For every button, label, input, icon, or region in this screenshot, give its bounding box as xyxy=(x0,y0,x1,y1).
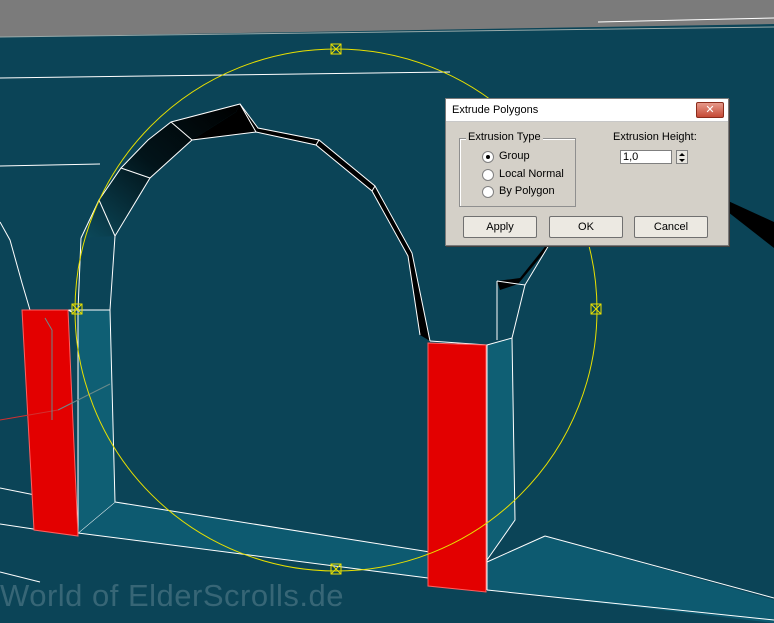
left-pillar-face xyxy=(78,310,115,533)
background-gray-strip xyxy=(0,0,774,37)
radio-group-button[interactable] xyxy=(482,151,494,163)
extrusion-height-label: Extrusion Height: xyxy=(613,131,697,143)
ok-button[interactable]: OK xyxy=(549,216,623,238)
dialog-title: Extrude Polygons xyxy=(452,104,539,116)
cancel-button[interactable]: Cancel xyxy=(634,216,708,238)
arch-extruded-left xyxy=(81,104,240,238)
spinner-up-icon[interactable] xyxy=(679,153,685,156)
close-icon: ✕ xyxy=(705,103,715,116)
extrusion-height-input[interactable] xyxy=(620,150,672,164)
arch-extruded-right xyxy=(192,104,430,341)
watermark: World of ElderScrolls.de xyxy=(0,578,344,613)
radio-group-label[interactable]: Group xyxy=(499,150,530,162)
apply-button[interactable]: Apply xyxy=(463,216,537,238)
selected-face-left xyxy=(21,309,79,537)
extrude-polygons-dialog: Extrude Polygons ✕ Extrusion Type Group … xyxy=(445,98,729,246)
radio-local-normal-button[interactable] xyxy=(482,169,494,181)
spinner-down-icon[interactable] xyxy=(679,159,685,162)
extrusion-height-spinner[interactable] xyxy=(676,150,688,164)
radio-by-polygon-button[interactable] xyxy=(482,186,494,198)
radio-by-polygon-label[interactable]: By Polygon xyxy=(499,185,555,197)
radio-local-normal-label[interactable]: Local Normal xyxy=(499,168,564,180)
extrusion-type-label: Extrusion Type xyxy=(466,131,543,143)
selected-face-right xyxy=(427,342,487,593)
3d-viewport[interactable]: World of ElderScrolls.de xyxy=(0,0,774,623)
dialog-titlebar[interactable]: Extrude Polygons ✕ xyxy=(446,99,728,122)
close-button[interactable]: ✕ xyxy=(696,102,724,118)
scene-wireframe xyxy=(0,0,774,623)
